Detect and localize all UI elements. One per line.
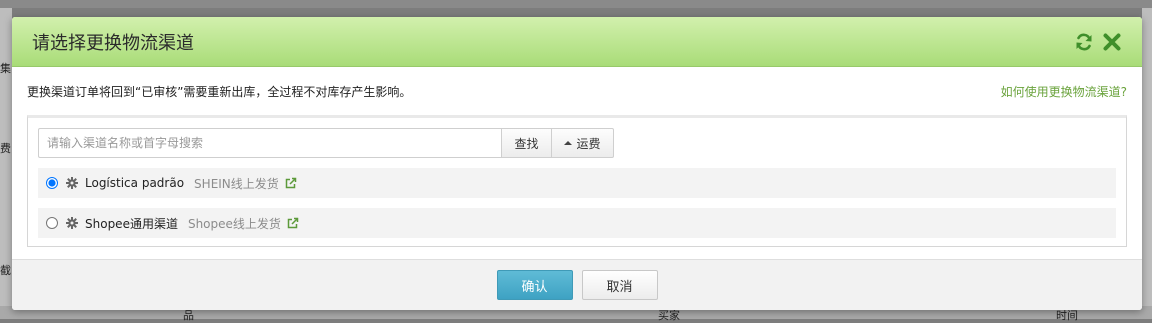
external-link-icon[interactable] <box>287 217 299 229</box>
help-link[interactable]: 如何使用更换物流渠道? <box>1001 83 1127 100</box>
background-text-fragment: 截 <box>0 264 11 277</box>
dialog-header: 请选择更换物流渠道 <box>12 17 1142 67</box>
info-row: 更换渠道订单将回到“已审核”需要重新出库，全过程不对库存产生影响。 如何使用更换… <box>12 67 1142 115</box>
header-actions <box>1074 32 1122 52</box>
cancel-button[interactable]: 取消 <box>581 270 658 300</box>
info-text: 更换渠道订单将回到“已审核”需要重新出库，全过程不对库存产生影响。 <box>27 84 412 99</box>
sort-by-fee-button[interactable]: 运费 <box>552 128 614 158</box>
external-link-icon[interactable] <box>285 177 297 189</box>
background-text-fragment: 集 <box>0 62 11 75</box>
channel-name: Logística padrão <box>85 176 185 190</box>
background-right-strip <box>1142 8 1152 308</box>
confirm-button[interactable]: 确认 <box>496 270 573 300</box>
close-icon[interactable] <box>1102 32 1122 52</box>
gear-icon[interactable] <box>66 217 78 229</box>
dialog-footer: 确认 取消 <box>12 259 1142 310</box>
channel-option[interactable]: Shopee通用渠道 Shopee线上发货 <box>38 208 1116 238</box>
dialog-title: 请选择更换物流渠道 <box>32 32 194 54</box>
change-channel-dialog: 请选择更换物流渠道 更换渠道订单将回到“已审核”需要重新出库，全过程不对库存产生… <box>12 17 1142 310</box>
channel-sub: SHEIN线上发货 <box>194 176 279 191</box>
channel-panel: 查找 运费 Logística <box>27 115 1127 247</box>
channel-name: Shopee通用渠道 <box>85 216 178 231</box>
fee-label: 运费 <box>576 136 601 151</box>
refresh-icon[interactable] <box>1074 32 1094 52</box>
channel-option[interactable]: Logística padrão SHEIN线上发货 <box>38 168 1116 198</box>
channel-radio[interactable] <box>46 177 58 189</box>
gear-icon[interactable] <box>66 177 78 189</box>
channel-search-input[interactable] <box>38 128 501 158</box>
search-group: 查找 运费 <box>38 128 1116 158</box>
caret-up-icon <box>564 141 573 145</box>
background-top-bar <box>0 0 1152 8</box>
find-button[interactable]: 查找 <box>501 128 552 158</box>
channel-radio[interactable] <box>46 217 58 229</box>
channel-sub: Shopee线上发货 <box>187 216 281 231</box>
background-text-fragment: 费 <box>0 142 11 155</box>
